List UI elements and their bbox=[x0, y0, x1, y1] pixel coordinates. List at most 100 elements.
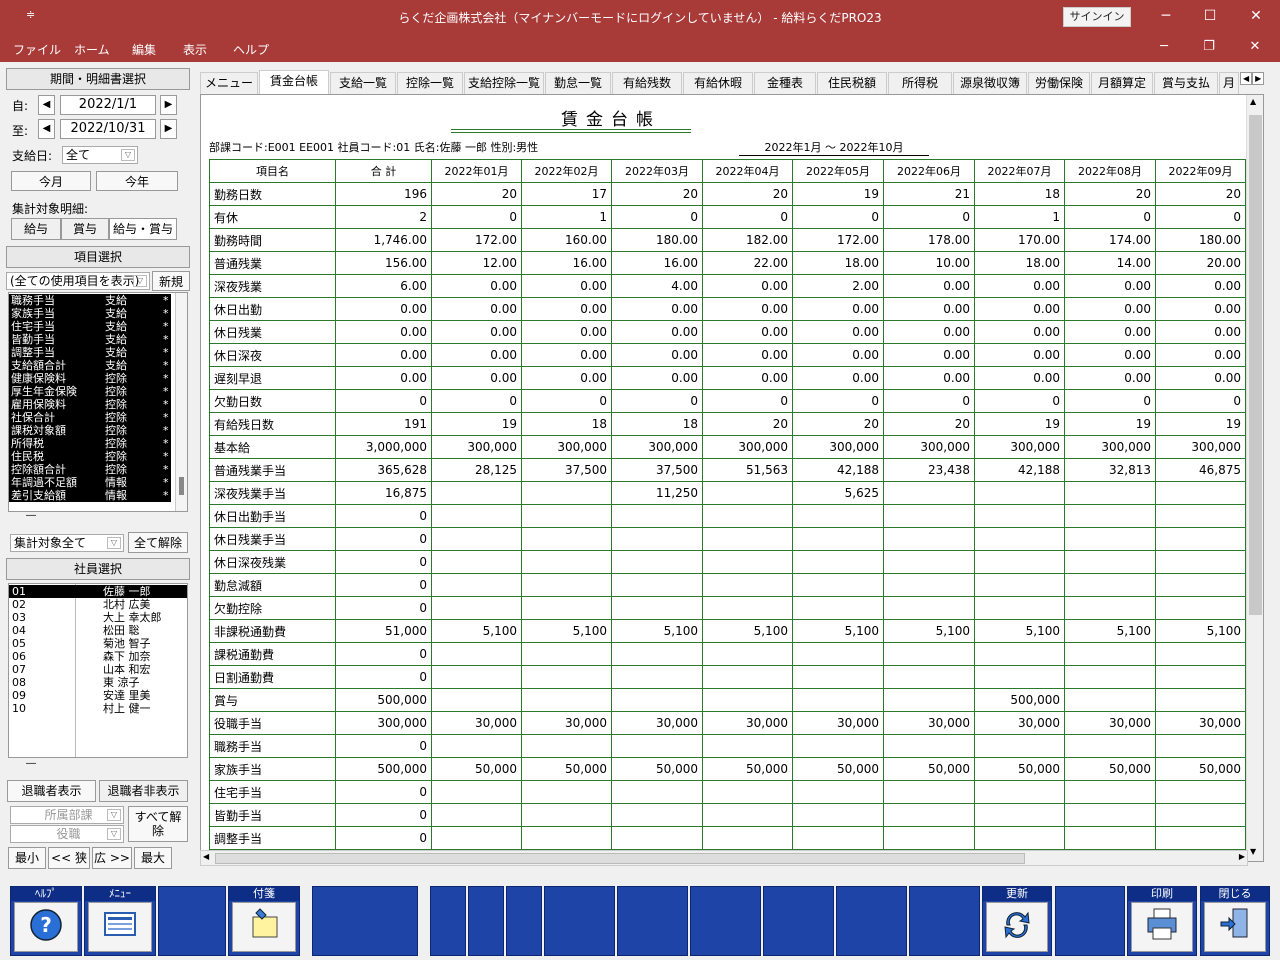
tab-item[interactable]: 賃金台帳 bbox=[259, 70, 329, 94]
dept-select[interactable]: 所属部課 ▽ bbox=[10, 806, 124, 824]
narrow-button[interactable]: << 狭 bbox=[48, 847, 90, 869]
table-row[interactable]: 普通残業 156.00 12.00 16.00 16.00 22.00 18.00 10.00… bbox=[209, 251, 1246, 275]
help-button[interactable]: ﾍﾙﾌﾟ ? bbox=[10, 886, 82, 956]
table-row[interactable]: 職務手当 0 bbox=[209, 734, 1246, 758]
tab-item[interactable]: 有給残数 bbox=[612, 72, 682, 94]
employee-row[interactable]: 08 東 涼子 bbox=[9, 676, 187, 689]
this-year-button[interactable]: 今年 bbox=[96, 171, 178, 191]
employee-row[interactable]: 02 北村 広美 bbox=[9, 598, 187, 611]
print-button[interactable]: 印刷 bbox=[1127, 886, 1197, 956]
max-button[interactable]: 最大 bbox=[134, 847, 172, 869]
tab-item[interactable]: 勤怠一覧 bbox=[545, 72, 611, 94]
item-list-row[interactable]: 厚生年金保険 控除 * bbox=[9, 385, 171, 398]
tab-right-icon[interactable]: ▶ bbox=[1252, 72, 1265, 85]
show-retired-button[interactable]: 退職者表示 bbox=[7, 780, 96, 802]
table-row[interactable]: 家族手当 500,000 50,000 50,000 50,000 50,000 50,00… bbox=[209, 757, 1246, 781]
table-row[interactable]: 皆勤手当 0 bbox=[209, 803, 1246, 827]
item-list-scroll-thumb[interactable] bbox=[179, 477, 184, 495]
tab-item[interactable]: 住民税額 bbox=[817, 72, 887, 94]
table-row[interactable]: 非課税通勤費 51,000 5,100 5,100 5,100 5,100 5,100 5,1… bbox=[209, 619, 1246, 643]
post-select[interactable]: 役職 ▽ bbox=[10, 825, 124, 843]
tab-left-icon[interactable]: ◀ bbox=[1240, 72, 1253, 85]
table-row[interactable]: 欠勤日数 0 0 0 0 0 0 0 0 0 0 bbox=[209, 389, 1246, 413]
item-list-row[interactable]: 雇用保険料 控除 * bbox=[9, 398, 171, 411]
clear-all-button[interactable]: 全て解除 bbox=[128, 532, 188, 553]
employee-row[interactable]: 03 大上 幸太郎 bbox=[9, 611, 187, 624]
menu-view[interactable]: 表示 bbox=[183, 41, 207, 58]
min-button[interactable]: 最小 bbox=[8, 847, 46, 869]
from-date-field[interactable]: 2022/1/1 bbox=[60, 95, 156, 115]
from-prev-button[interactable]: ◀ bbox=[38, 95, 55, 115]
tab-item[interactable]: 金種表 bbox=[754, 72, 816, 94]
horizontal-scroll-thumb[interactable] bbox=[215, 853, 1025, 864]
maximize-icon[interactable]: ☐ bbox=[1200, 6, 1220, 26]
tab-item[interactable]: 賞与支払 bbox=[1154, 72, 1218, 94]
close-icon[interactable]: ✕ bbox=[1246, 6, 1266, 26]
vertical-scrollbar[interactable]: ▲ ▼ bbox=[1246, 95, 1263, 861]
employee-row[interactable]: 10 村上 健一 bbox=[9, 702, 187, 715]
menu-button[interactable]: ﾒﾆｭｰ bbox=[84, 886, 156, 956]
tab-item[interactable]: メニュー bbox=[200, 72, 258, 94]
table-row[interactable]: 勤務日数 196 20 17 20 20 19 21 18 20 20 bbox=[209, 182, 1246, 206]
vertical-scroll-thumb[interactable] bbox=[1249, 115, 1262, 615]
tab-item[interactable]: 支給一覧 bbox=[330, 72, 396, 94]
table-row[interactable]: 有給残日数 191 19 18 18 20 20 20 19 19 19 bbox=[209, 412, 1246, 436]
tab-item[interactable]: 労働保険 bbox=[1028, 72, 1090, 94]
update-button[interactable]: 更新 bbox=[982, 886, 1052, 956]
table-row[interactable]: 遅刻早退 0.00 0.00 0.00 0.00 0.00 0.00 0.00 0.00 0.00… bbox=[209, 366, 1246, 390]
table-row[interactable]: 普通残業手当 365,628 28,125 37,500 37,500 51,563 42,… bbox=[209, 458, 1246, 482]
item-filter-select[interactable]: (全ての使用項目を表示) ▽ bbox=[6, 272, 150, 290]
table-row[interactable]: 賞与 500,000 500,000 bbox=[209, 688, 1246, 712]
to-prev-button[interactable]: ◀ bbox=[38, 119, 55, 139]
horizontal-scrollbar[interactable]: ◀ ▶ bbox=[200, 850, 1248, 866]
employee-row[interactable]: 06 森下 加奈 bbox=[9, 650, 187, 663]
kyuyo-button[interactable]: 給与 bbox=[11, 218, 61, 240]
item-list-scrollbar[interactable] bbox=[175, 293, 187, 511]
from-next-button[interactable]: ▶ bbox=[160, 95, 177, 115]
tab-scroll-buttons[interactable]: ◀ ▶ bbox=[1240, 72, 1268, 90]
item-list-row[interactable]: 住宅手当 支給 * bbox=[9, 320, 171, 333]
table-row[interactable]: 深夜残業 6.00 0.00 0.00 4.00 0.00 2.00 0.00 0.00 0.00… bbox=[209, 274, 1246, 298]
tab-item[interactable]: 支給控除一覧 bbox=[464, 72, 544, 94]
signin-button[interactable]: サインイン bbox=[1063, 7, 1131, 27]
payday-select[interactable]: 全て ▽ bbox=[62, 146, 138, 164]
item-list-row[interactable]: 住民税 控除 * bbox=[9, 450, 171, 463]
item-list-row[interactable]: 調整手当 支給 * bbox=[9, 346, 171, 359]
item-list-row[interactable]: 年調過不足額 情報 * bbox=[9, 476, 171, 489]
table-row[interactable]: 休日出勤 0.00 0.00 0.00 0.00 0.00 0.00 0.00 0.00 0.00… bbox=[209, 297, 1246, 321]
table-row[interactable]: 住宅手当 0 bbox=[209, 780, 1246, 804]
shoyo-button[interactable]: 賞与 bbox=[61, 218, 109, 240]
tab-item[interactable]: 所得税 bbox=[888, 72, 952, 94]
table-row[interactable]: 休日深夜 0.00 0.00 0.00 0.00 0.00 0.00 0.00 0.00 0.00… bbox=[209, 343, 1246, 367]
doc-close-icon[interactable]: ✕ bbox=[1246, 39, 1264, 57]
table-row[interactable]: 日割通勤費 0 bbox=[209, 665, 1246, 689]
item-list-row[interactable]: 職務手当 支給 * bbox=[9, 294, 171, 307]
wide-button[interactable]: 広 >> bbox=[92, 847, 132, 869]
menu-file[interactable]: ファイル bbox=[13, 41, 61, 58]
menu-help[interactable]: ヘルプ bbox=[233, 41, 269, 58]
item-list-row[interactable]: 差引支給額 情報 * bbox=[9, 489, 171, 502]
table-row[interactable]: 役職手当 300,000 30,000 30,000 30,000 30,000 30,00… bbox=[209, 711, 1246, 735]
employee-row[interactable]: 07 山本 和宏 bbox=[9, 663, 187, 676]
to-next-button[interactable]: ▶ bbox=[160, 119, 177, 139]
doc-restore-icon[interactable]: ❐ bbox=[1200, 39, 1218, 57]
tab-item[interactable]: 月額算定 bbox=[1091, 72, 1153, 94]
scroll-down-icon[interactable]: ▼ bbox=[1250, 847, 1256, 856]
item-list-row[interactable]: 社保合計 控除 * bbox=[9, 411, 171, 424]
item-list-row[interactable]: 課税対象額 控除 * bbox=[9, 424, 171, 437]
item-list-row[interactable]: 健康保険料 控除 * bbox=[9, 372, 171, 385]
employee-list[interactable]: 01 佐藤 一郎 02 北村 広美 03 大上 幸太郎 04 松田 聡 05 菊池 智子 06 森下 … bbox=[8, 583, 188, 758]
hide-retired-button[interactable]: 退職者非表示 bbox=[99, 780, 188, 802]
tab-item[interactable]: 月 bbox=[1219, 72, 1239, 94]
tab-item[interactable]: 源泉徴収簿 bbox=[953, 72, 1027, 94]
table-row[interactable]: 勤怠減額 0 bbox=[209, 573, 1246, 597]
scroll-up-icon[interactable]: ▲ bbox=[1250, 97, 1256, 106]
table-row[interactable]: 深夜残業手当 16,875 11,250 5,625 bbox=[209, 481, 1246, 505]
scroll-left-icon[interactable]: ◀ bbox=[203, 852, 209, 861]
table-row[interactable]: 休日出勤手当 0 bbox=[209, 504, 1246, 528]
item-list-row[interactable]: 控除額合計 控除 * bbox=[9, 463, 171, 476]
item-list-row[interactable]: 支給額合計 支給 * bbox=[9, 359, 171, 372]
table-row[interactable]: 欠勤控除 0 bbox=[209, 596, 1246, 620]
tab-item[interactable]: 控除一覧 bbox=[397, 72, 463, 94]
item-list-row[interactable]: 所得税 控除 * bbox=[9, 437, 171, 450]
